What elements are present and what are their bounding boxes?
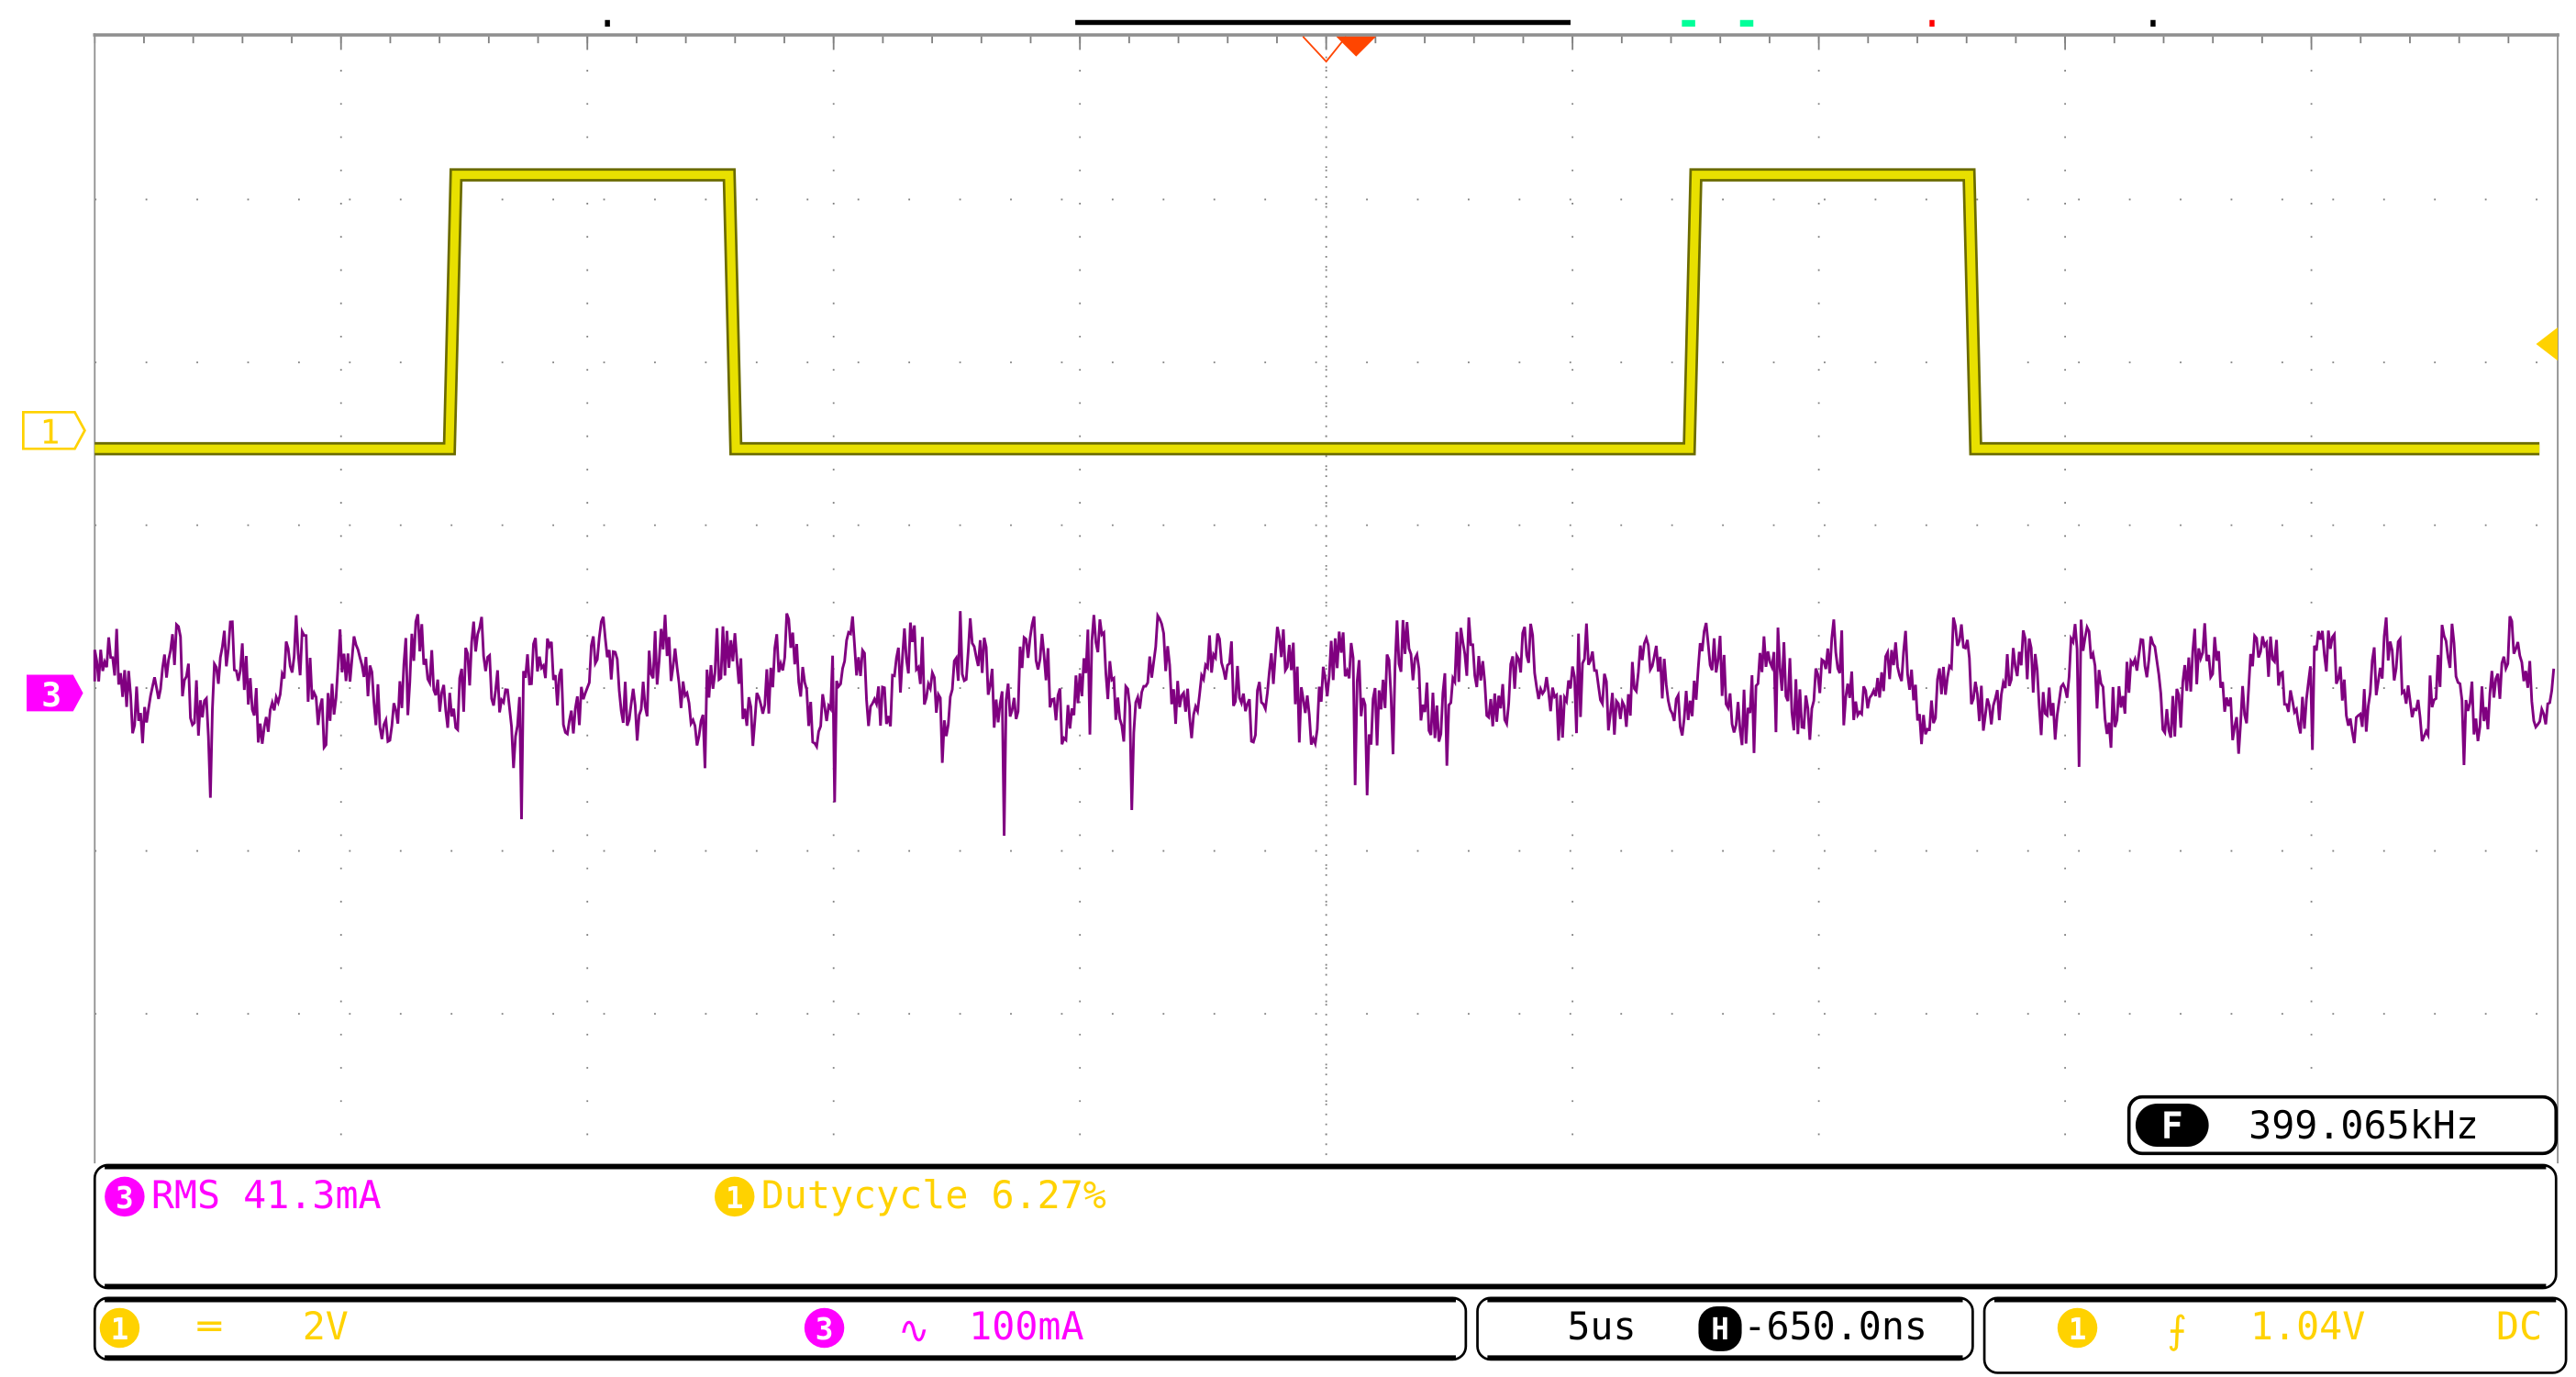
dc-coupling-icon: ═ — [197, 1304, 222, 1349]
memory-window-bar — [1075, 19, 1571, 26]
marker-green-1 — [1682, 19, 1695, 28]
ch1-status-num: 1 — [111, 1312, 129, 1347]
marker-red — [1929, 19, 1935, 28]
measurement-panel: 3 RMS 41.3mA 1 Dutycycle 6.27% — [93, 1163, 2558, 1290]
ch3-offset-marker[interactable]: 3 — [26, 674, 83, 715]
trigger-position-marker[interactable] — [1302, 36, 1377, 63]
rms-value: RMS 41.3mA — [151, 1172, 382, 1217]
trigger-status-box[interactable]: 1 ⨍ 1.04V DC — [1982, 1296, 2568, 1374]
ch1-marker-label: 1 — [39, 413, 60, 452]
oscilloscope-screen: 1 3 F 399.065kHz 3 RMS 41.3mA 1 Dutycycl… — [22, 19, 2568, 1374]
timebase-status-box[interactable]: 5us H -650.0ns — [1476, 1296, 1974, 1361]
waveforms — [93, 168, 2556, 836]
top-indicator-strip — [605, 19, 2156, 28]
ch3-trace — [93, 611, 2556, 836]
marker-black-left — [605, 19, 610, 28]
duty-channel-num: 1 — [726, 1181, 744, 1216]
channel-status-box[interactable]: 1 ═ 2V 3 ∿ 100mA — [93, 1296, 1468, 1361]
frequency-badge: F — [2161, 1105, 2183, 1148]
marker-green-2 — [1739, 19, 1754, 28]
ch3-scale: 100mA — [969, 1304, 1083, 1349]
horizontal-offset: -650.0ns — [1743, 1304, 1927, 1349]
rising-edge-icon: ⨍ — [2167, 1307, 2187, 1352]
ch3-marker-label: 3 — [41, 675, 61, 715]
frequency-value: 399.065kHz — [2248, 1103, 2479, 1148]
h-badge: H — [1711, 1312, 1729, 1347]
trigger-level-marker[interactable] — [2536, 327, 2559, 361]
ch1-offset-marker[interactable]: 1 — [22, 410, 86, 452]
trigger-coupling: DC — [2496, 1304, 2542, 1349]
dutycycle-value: Dutycycle 6.27% — [761, 1172, 1106, 1217]
ch3-status-num: 3 — [816, 1312, 834, 1347]
ch1-scale: 2V — [303, 1304, 349, 1349]
ac-coupling-icon: ∿ — [898, 1307, 930, 1352]
trigger-source-num: 1 — [2069, 1312, 2087, 1347]
measurement-dutycycle[interactable]: 1 Dutycycle 6.27% — [714, 1172, 1106, 1217]
frequency-counter: F 399.065kHz — [2126, 1094, 2559, 1156]
rms-channel-num: 3 — [116, 1181, 134, 1216]
plot-top-border — [93, 33, 2559, 37]
plot-grid — [94, 36, 2559, 1164]
ch1-trace-shadow — [94, 168, 2540, 456]
marker-black-right — [2150, 19, 2156, 28]
timebase-scale: 5us — [1567, 1304, 1636, 1349]
trigger-level: 1.04V — [2250, 1304, 2365, 1349]
